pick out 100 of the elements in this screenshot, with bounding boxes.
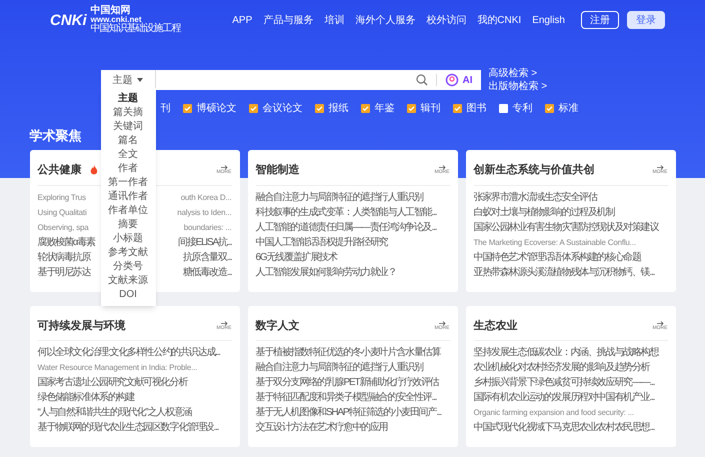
article-link[interactable]: 中国式现代化视域下马克思农业农村农民思想... xyxy=(474,420,668,435)
article-link[interactable]: 国家公园林业有害生物灾害防控现状及对策建议 xyxy=(474,220,668,234)
article-link[interactable]: 融合自注意力与局部特征的遮挡行人重识别 xyxy=(256,190,450,204)
logo-slogan: 中国知识基础设施工程 xyxy=(90,24,181,34)
source-label: 年鉴 xyxy=(374,102,394,116)
article-link[interactable]: 糖低毒改造... xyxy=(182,264,232,280)
article-link[interactable]: 何以全球文化治理:文化多样性公约的共识达成... xyxy=(38,345,232,360)
article-link[interactable]: outh Korea D... xyxy=(180,190,232,204)
login-button[interactable]: 登录 xyxy=(627,11,665,29)
ai-label[interactable]: AI xyxy=(462,72,472,88)
dropdown-option[interactable]: 小标题 xyxy=(100,232,156,246)
nav-link[interactable]: English xyxy=(532,12,565,28)
dropdown-option[interactable]: 篇名 xyxy=(100,134,156,148)
article-link[interactable]: 绿色储能标准体系的构建 xyxy=(38,390,232,405)
logo-mark[interactable]: CNKi xyxy=(50,12,87,28)
card-title: 生态农业 xyxy=(474,318,518,334)
dropdown-option[interactable]: 作者单位 xyxy=(100,204,156,218)
source-label: 博硕论文 xyxy=(196,102,236,116)
article-link[interactable]: 中国特色艺术管理话语体系构建的核心命题 xyxy=(474,250,668,264)
source-checkbox[interactable] xyxy=(406,104,416,112)
article-link[interactable]: 农业机械化对农村经济发展的影响及趋势分析 xyxy=(474,360,668,375)
article-link[interactable]: nalysis to Iden... xyxy=(177,204,232,220)
card-title: 创新生态系统与价值共创 xyxy=(474,162,594,178)
dropdown-option[interactable]: 篇关摘 xyxy=(100,106,156,120)
dropdown-option[interactable]: 主题 xyxy=(100,92,156,106)
nav-link[interactable]: APP xyxy=(232,12,252,28)
source-checkbox[interactable] xyxy=(498,104,508,112)
arrow-icon xyxy=(220,165,228,170)
article-link[interactable]: 基于无人机图像和SHAP特征筛选的小麦田间产... xyxy=(256,405,450,420)
article-link[interactable]: 抗原含量双... xyxy=(182,250,232,264)
article-link[interactable]: 中国人工智能话语权提升路径研究 xyxy=(256,234,450,250)
article-link[interactable]: Exploring Trus xyxy=(38,190,86,204)
article-link[interactable]: 张家界市澧水流域生态安全评估 xyxy=(474,190,668,204)
arrow-icon xyxy=(220,320,228,326)
source-label: 图书 xyxy=(466,102,486,116)
card-title: 智能制造 xyxy=(256,162,300,178)
register-button[interactable]: 注册 xyxy=(581,11,619,29)
nav-link[interactable]: 校外访问 xyxy=(426,12,466,28)
article-link[interactable]: 白蚁对土壤与植物影响的过程及机制 xyxy=(474,204,668,220)
article-link[interactable]: 乡村振兴背景下绿色减贫可持续效应研究——... xyxy=(474,375,668,390)
source-checkbox[interactable] xyxy=(360,104,370,112)
article-link[interactable]: boundaries: ... xyxy=(184,220,232,234)
dropdown-option[interactable]: 作者 xyxy=(100,162,156,176)
article-link[interactable]: 融合自注意力与局部特征的遮挡行人重识别 xyxy=(256,360,450,375)
article-link[interactable]: 间接ELISA抗... xyxy=(178,234,232,250)
nav-link[interactable]: 培训 xyxy=(324,12,344,28)
article-link[interactable]: 基于物联网的现代农业生态园区数字化管理设... xyxy=(38,420,232,435)
article-link[interactable]: Using Qualitati xyxy=(38,204,87,220)
nav-link[interactable]: 我的CNKI xyxy=(477,12,522,28)
arrow-icon xyxy=(656,165,664,170)
dropdown-option[interactable]: 第一作者 xyxy=(100,176,156,190)
source-label: 辑刊 xyxy=(420,102,440,116)
dropdown-option[interactable]: 通讯作者 xyxy=(100,190,156,204)
search-link[interactable]: 出版物检索 > xyxy=(488,81,548,92)
article-link[interactable]: 交互设计方法在艺术疗愈中的应用 xyxy=(256,420,450,435)
nav-link[interactable]: 产品与服务 xyxy=(263,12,314,28)
article-link[interactable]: Organic farming expansion and food security: ... xyxy=(474,405,668,420)
dropdown-option[interactable]: 关键词 xyxy=(100,120,156,134)
article-link[interactable]: 基于植被指数特征优选的冬小麦叶片含水量估算 xyxy=(256,345,450,360)
search-icon[interactable] xyxy=(416,74,428,86)
ai-brain-icon[interactable] xyxy=(444,73,458,87)
source-checkbox[interactable] xyxy=(248,104,258,112)
source-checkbox[interactable] xyxy=(544,104,554,112)
card-title: 数字人文 xyxy=(256,318,300,334)
dropdown-option[interactable]: 文献来源 xyxy=(100,274,156,288)
dropdown-option[interactable]: 摘要 xyxy=(100,218,156,232)
source-checkbox[interactable] xyxy=(314,104,324,112)
section-title: 学术聚焦 xyxy=(30,127,82,144)
nav-link[interactable]: 海外个人服务 xyxy=(355,12,416,28)
article-link[interactable]: “人与自然和谐共生的现代化”之人权意涵 xyxy=(38,405,232,420)
article-link[interactable]: 国际有机农业运动的发展历程对中国有机产业... xyxy=(474,390,668,405)
article-link[interactable]: 坚持发展生态低碳农业：内涵、挑战与战略构想 xyxy=(474,345,668,360)
article-link[interactable]: 亚热带森林源头溪流植物残体与沉积物钙、镁... xyxy=(474,264,668,280)
arrow-icon xyxy=(438,320,446,326)
article-link[interactable]: 基于双分支网络的乳腺PET新辅助化疗疗效评估 xyxy=(256,375,450,390)
logo-url: www.cnki.net xyxy=(90,16,142,24)
article-link[interactable]: 6G无线覆盖扩展技术 xyxy=(256,250,450,264)
article-link[interactable]: 腐败梭菌α毒素 xyxy=(38,234,95,250)
article-link[interactable]: 人工智能发展如何影响劳动力就业？ xyxy=(256,264,450,280)
dropdown-option[interactable]: 全文 xyxy=(100,148,156,162)
dropdown-option[interactable]: 分类号 xyxy=(100,260,156,274)
card-title: 可持续发展与环境 xyxy=(38,318,126,334)
source-label: 刊 xyxy=(160,102,170,116)
caret-icon xyxy=(136,78,142,82)
article-link[interactable]: 基于明尼苏达 xyxy=(38,264,90,280)
source-checkbox[interactable] xyxy=(452,104,462,112)
article-link[interactable]: 轮状病毒抗原 xyxy=(38,250,90,264)
dropdown-option[interactable]: DOI xyxy=(100,288,156,302)
article-link[interactable]: The Marketing Ecoverse: A Sustainable Conflu... xyxy=(474,234,668,250)
logo-name: 中国知网 xyxy=(90,6,132,16)
article-link[interactable]: Water Resource Management in India: Proble... xyxy=(38,360,232,375)
search-link[interactable]: 高级检索 > xyxy=(488,68,548,79)
article-link[interactable]: 人工智能的道德责任归属——责任鸿沟争论及... xyxy=(256,220,450,234)
dropdown-option[interactable]: 参考文献 xyxy=(100,246,156,260)
article-link[interactable]: 基于特征匹配度和异类子模型融合的安全性评... xyxy=(256,390,450,405)
source-checkbox[interactable] xyxy=(182,104,192,112)
article-link[interactable]: 国家考古遗址公园研究文献可视化分析 xyxy=(38,375,232,390)
article-link[interactable]: Observing, spa xyxy=(38,220,89,234)
article-link[interactable]: 科技叙事的生成式变革：人类智能与人工智能... xyxy=(256,204,450,220)
source-label: 专利 xyxy=(512,102,532,116)
